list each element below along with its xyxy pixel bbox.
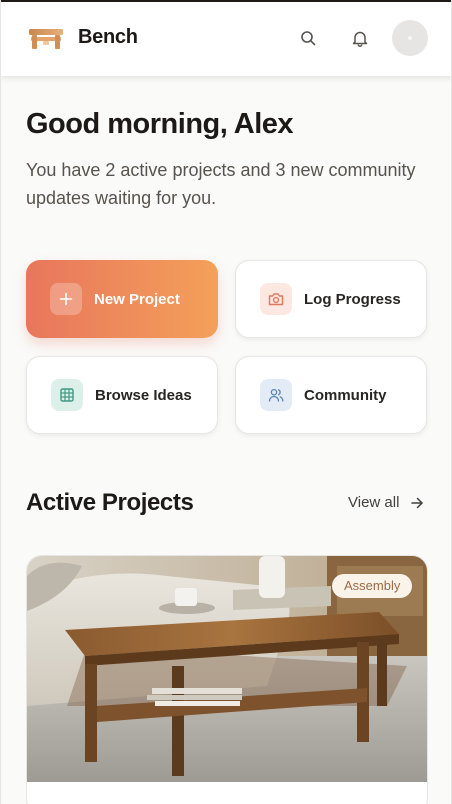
browse-ideas-button[interactable]: Browse Ideas: [26, 356, 218, 434]
avatar-placeholder-icon: [408, 36, 412, 40]
browse-ideas-label: Browse Ideas: [95, 386, 192, 404]
community-button[interactable]: Community: [235, 356, 427, 434]
notifications-button[interactable]: [348, 26, 372, 50]
view-all-link[interactable]: View all: [348, 494, 424, 511]
users-icon: [260, 379, 292, 411]
search-icon: [301, 31, 316, 46]
community-label: Community: [304, 386, 387, 404]
arrow-right-icon: [411, 497, 424, 508]
project-card[interactable]: Assembly: [26, 555, 428, 804]
active-projects-heading: Active Projects: [26, 489, 194, 516]
grid-icon: [51, 379, 83, 411]
view-all-label: View all: [348, 494, 400, 511]
log-progress-label: Log Progress: [304, 290, 401, 308]
project-stage-badge: Assembly: [332, 574, 413, 598]
greeting-subtitle: You have 2 active projects and 3 new com…: [26, 160, 416, 208]
camera-icon: [260, 283, 292, 315]
user-avatar[interactable]: [392, 20, 428, 56]
greeting-heading: Good morning, Alex: [26, 108, 294, 140]
new-project-label: New Project: [94, 290, 180, 308]
bench-logo-icon: [29, 29, 63, 49]
app-brand: Bench: [78, 26, 138, 48]
bell-icon: [352, 31, 368, 47]
search-button[interactable]: [296, 26, 320, 50]
log-progress-button[interactable]: Log Progress: [235, 260, 427, 338]
app-screen: Bench Good morning, Alex You have 2 acti…: [0, 0, 452, 804]
new-project-button[interactable]: New Project: [26, 260, 218, 338]
top-bar: Bench: [1, 0, 451, 76]
plus-icon: [50, 283, 82, 315]
